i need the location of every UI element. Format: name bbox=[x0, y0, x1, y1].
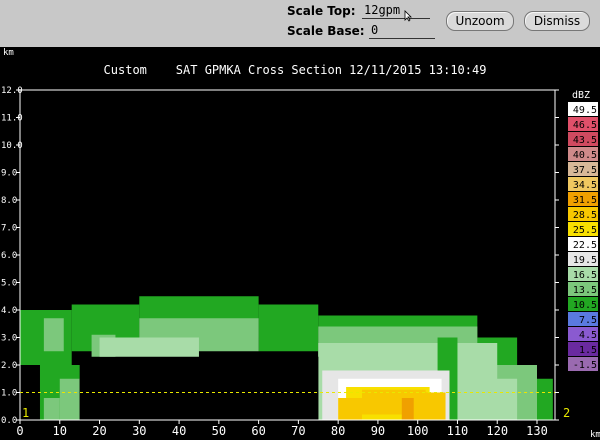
legend-label: 25.5 bbox=[573, 225, 597, 236]
legend-label: 46.5 bbox=[573, 120, 597, 131]
reflectivity-cell bbox=[338, 398, 363, 420]
dbz-legend: dBZ 49.5 46.5 43.5 40.5 37.5 34.5 31.5 28.5 25.5 2… bbox=[568, 90, 598, 371]
y-tick-label: 1.0 bbox=[1, 389, 17, 399]
reflectivity-cell bbox=[258, 304, 319, 352]
legend-label: 4.5 bbox=[579, 330, 597, 341]
legend-label: 28.5 bbox=[573, 210, 597, 221]
x-tick-label: 120 bbox=[486, 424, 508, 438]
legend-label: 10.5 bbox=[573, 300, 597, 311]
reflectivity-cell bbox=[43, 398, 60, 420]
y-tick-label: 6.0 bbox=[1, 251, 17, 261]
y-tick-label: 10.0 bbox=[1, 141, 23, 151]
y-tick-label: 2.0 bbox=[1, 361, 17, 371]
reflectivity-cell bbox=[59, 378, 80, 420]
x-tick-label: 0 bbox=[16, 424, 23, 438]
toolbar: Scale Top: 12gpm Scale Base: 0 Unzoom Di… bbox=[0, 0, 600, 48]
legend-label: 34.5 bbox=[573, 180, 597, 191]
x-tick-label: 80 bbox=[331, 424, 345, 438]
legend-label: 16.5 bbox=[573, 270, 597, 281]
x-tick-label: 20 bbox=[92, 424, 106, 438]
legend-label: 1.5 bbox=[579, 345, 597, 356]
y-tick-label: 0.0 bbox=[1, 416, 17, 426]
y-tick-label: 12.0 bbox=[1, 86, 23, 96]
reflectivity-cell bbox=[43, 318, 64, 352]
y-axis-unit: km bbox=[3, 48, 14, 58]
x-tick-label: 40 bbox=[172, 424, 186, 438]
reflectivity-cell bbox=[457, 378, 518, 420]
legend-label: 37.5 bbox=[573, 165, 597, 176]
y-tick-label: 7.0 bbox=[1, 224, 17, 234]
cross-section-plot: Custom SAT GPMKA Cross Section 12/11/201… bbox=[0, 47, 600, 440]
reflectivity-cell bbox=[99, 337, 199, 357]
chart-title: Custom SAT GPMKA Cross Section 12/11/201… bbox=[104, 63, 487, 77]
x-tick-label: 10 bbox=[53, 424, 67, 438]
legend-label: 49.5 bbox=[573, 105, 597, 116]
legend-label: 13.5 bbox=[573, 285, 597, 296]
x-tick-label: 70 bbox=[291, 424, 305, 438]
y-tick-label: 9.0 bbox=[1, 169, 17, 179]
legend-label: 19.5 bbox=[573, 255, 597, 266]
x-tick-label: 90 bbox=[371, 424, 385, 438]
y-tick-label: 11.0 bbox=[1, 114, 23, 124]
legend-label: 43.5 bbox=[573, 135, 597, 146]
endpoint-label: 1 bbox=[22, 406, 29, 420]
x-tick-label: 110 bbox=[447, 424, 469, 438]
scale-top-input[interactable]: 12gpm bbox=[362, 3, 430, 19]
y-tick-label: 5.0 bbox=[1, 279, 17, 289]
scale-top-label: Scale Top: bbox=[287, 4, 356, 18]
reflectivity-cell bbox=[413, 392, 446, 420]
x-tick-label: 100 bbox=[407, 424, 429, 438]
y-tick-label: 8.0 bbox=[1, 196, 17, 206]
dismiss-button[interactable]: Dismiss bbox=[524, 11, 590, 31]
x-tick-label: 60 bbox=[251, 424, 265, 438]
no-data-gap bbox=[226, 356, 319, 420]
legend-title: dBZ bbox=[572, 90, 590, 101]
x-tick-label: 30 bbox=[132, 424, 146, 438]
no-data-gap bbox=[79, 378, 199, 420]
x-tick-label: 130 bbox=[526, 424, 548, 438]
endpoint-label: 2 bbox=[563, 406, 570, 420]
legend-label: 40.5 bbox=[573, 150, 597, 161]
x-axis-unit: km bbox=[590, 430, 600, 440]
scale-base-input[interactable]: 0 bbox=[369, 23, 435, 39]
unzoom-button[interactable]: Unzoom bbox=[446, 11, 514, 31]
legend-label: -1.5 bbox=[573, 360, 597, 371]
x-tick-label: 50 bbox=[212, 424, 226, 438]
legend-label: 22.5 bbox=[573, 240, 597, 251]
scale-base-label: Scale Base: bbox=[287, 24, 365, 38]
mouse-pointer-icon bbox=[404, 10, 412, 22]
legend-label: 31.5 bbox=[573, 195, 597, 206]
y-tick-label: 4.0 bbox=[1, 306, 17, 316]
legend-label: 7.5 bbox=[579, 315, 597, 326]
y-tick-label: 3.0 bbox=[1, 334, 17, 344]
